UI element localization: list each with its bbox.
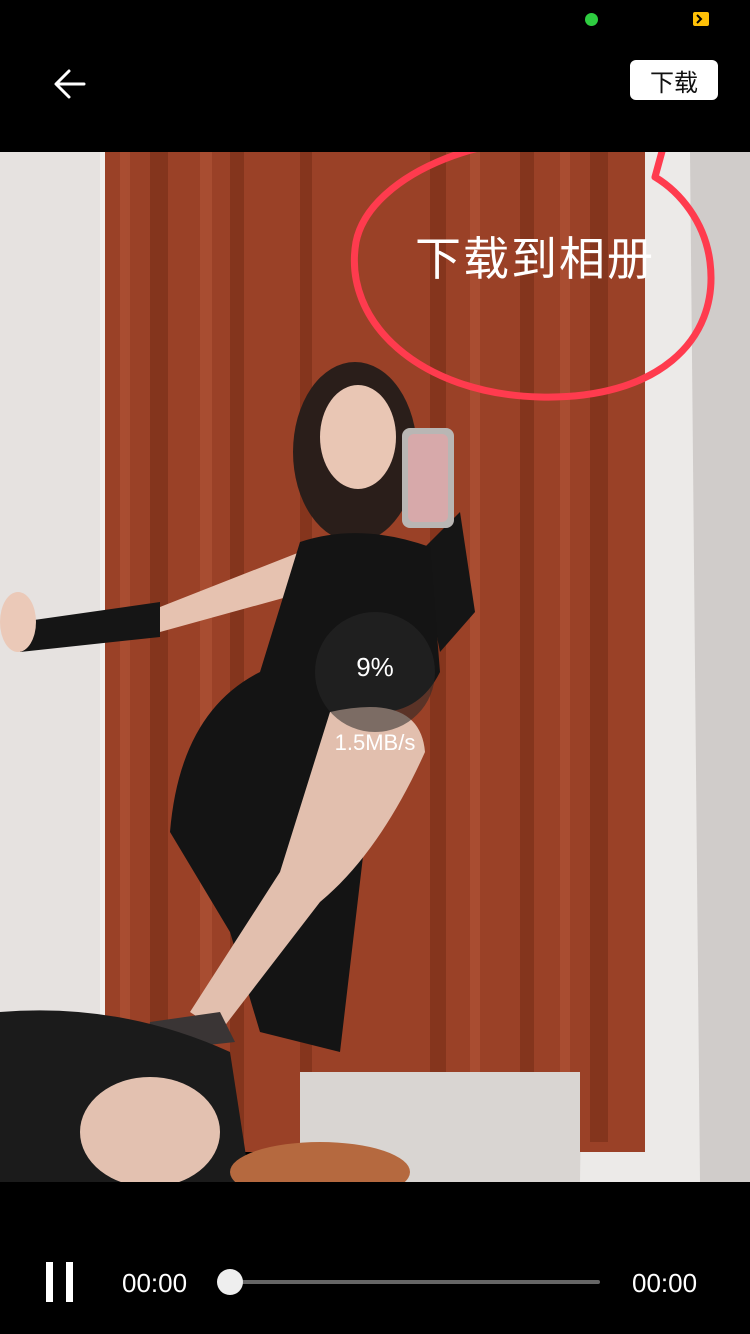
- annotation-text: 下载到相册: [415, 233, 655, 285]
- player-controls: 00:00 00:00: [0, 1182, 750, 1334]
- status-bar: [0, 0, 750, 40]
- back-button[interactable]: [48, 62, 92, 106]
- total-time: 00:00: [632, 1268, 698, 1298]
- pause-button[interactable]: [46, 1262, 76, 1302]
- top-bar: 下载: [0, 40, 750, 152]
- seek-thumb[interactable]: [217, 1269, 243, 1295]
- download-speed: 1.5MB/s: [334, 730, 416, 755]
- arrow-left-icon: [54, 69, 86, 99]
- pause-icon: [46, 1262, 53, 1302]
- download-button[interactable]: 下载: [630, 60, 718, 100]
- pause-icon: [66, 1262, 73, 1302]
- battery-icon: [693, 12, 709, 26]
- seek-bar[interactable]: [230, 1280, 600, 1284]
- current-time: 00:00: [122, 1268, 188, 1298]
- download-progress-percent: 9%: [356, 652, 394, 682]
- status-indicator-dot: [585, 13, 598, 26]
